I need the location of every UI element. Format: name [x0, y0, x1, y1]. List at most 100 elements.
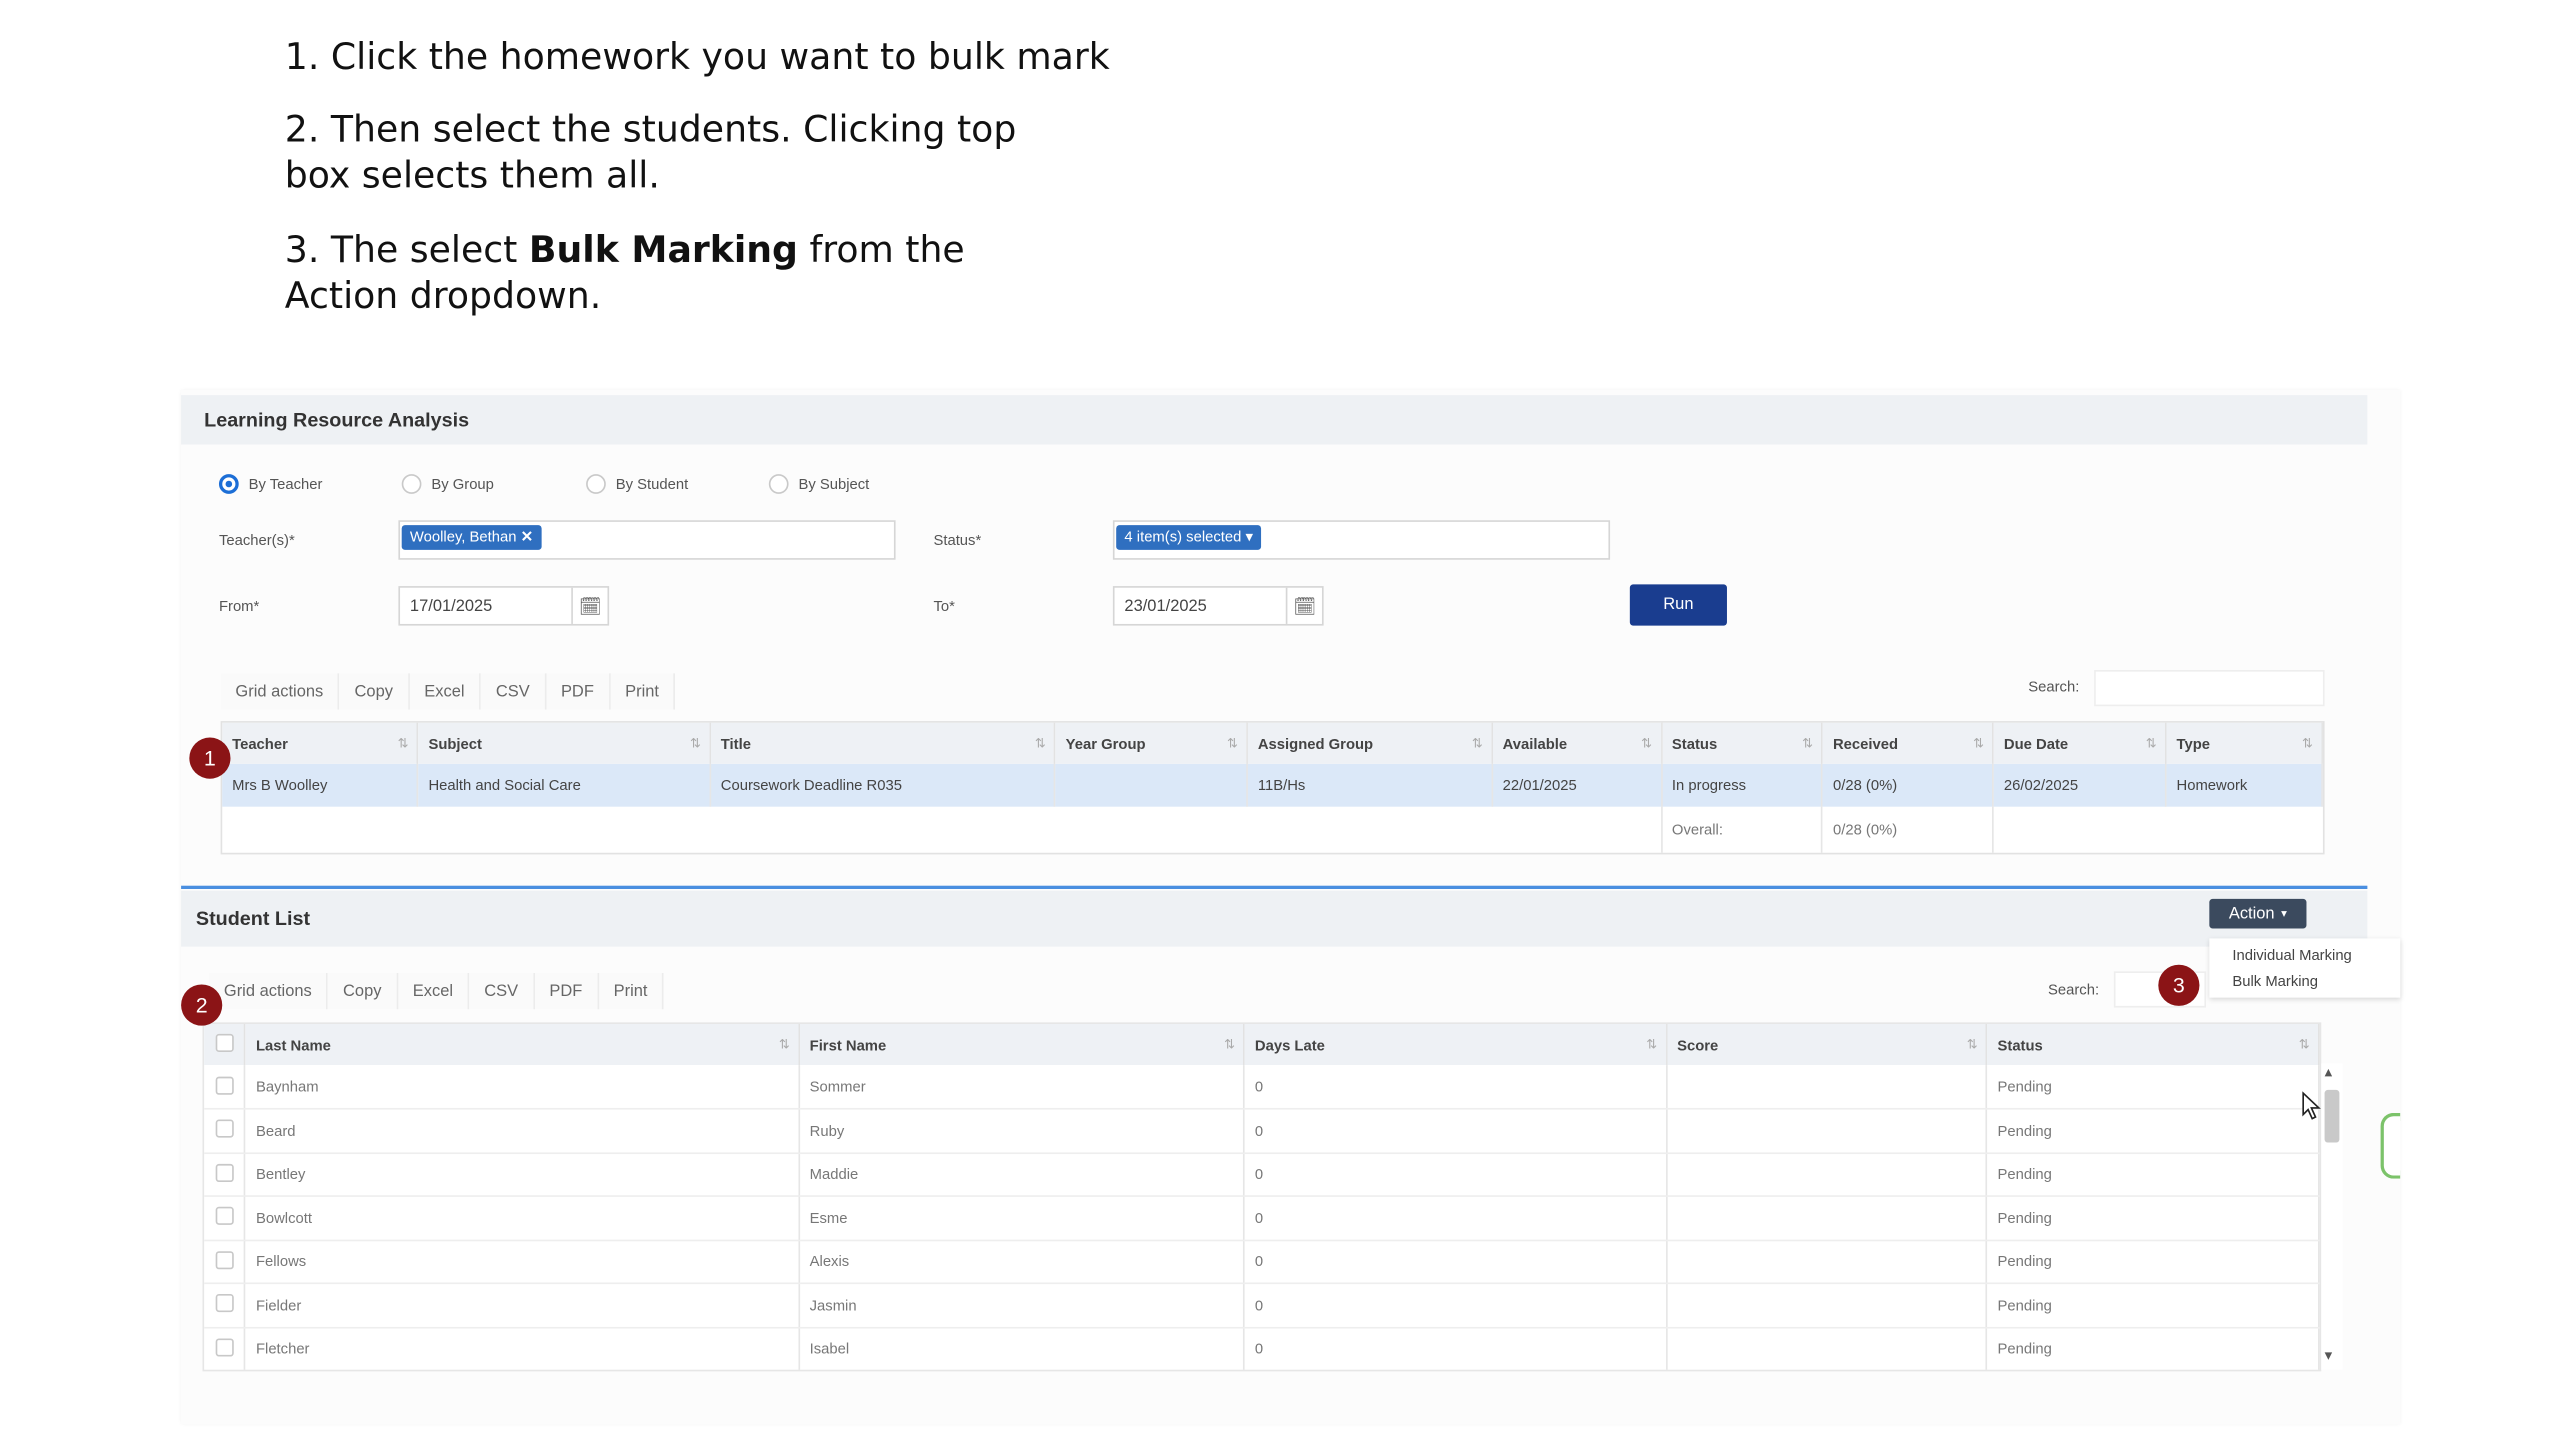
- status-select[interactable]: 4 item(s) selected ▾: [1112, 520, 1611, 560]
- pdf-button[interactable]: PDF: [534, 972, 599, 1010]
- cell-assigned-group: 11B/Hs: [1247, 763, 1493, 807]
- col-due-date[interactable]: Due Date ⇅: [1993, 722, 2167, 764]
- scroll-up-icon[interactable]: ▴: [2325, 1064, 2332, 1082]
- to-label: To*: [933, 597, 955, 615]
- print-button[interactable]: Print: [598, 972, 664, 1010]
- teacher-chip[interactable]: Woolley, Bethan ✕: [401, 525, 542, 550]
- row-select-cell: [204, 1239, 247, 1285]
- table-row[interactable]: Baynham Sommer 0 Pending: [204, 1065, 2320, 1110]
- cell-status: In progress: [1661, 763, 1824, 807]
- row-checkbox[interactable]: [215, 1163, 234, 1182]
- select-all-checkbox[interactable]: [215, 1033, 234, 1052]
- cell-score: [1666, 1108, 1988, 1154]
- lra-grid-toolbar: Grid actions Copy Excel CSV PDF Print: [220, 673, 676, 710]
- col-title[interactable]: Title ⇅: [710, 722, 1056, 764]
- remove-icon[interactable]: ✕: [521, 528, 533, 544]
- from-date-input[interactable]: 17/01/2025 🗓: [398, 586, 610, 626]
- table-row[interactable]: Fletcher Isabel 0 Pending: [204, 1326, 2320, 1370]
- search-input[interactable]: [2094, 670, 2325, 707]
- teacher-select[interactable]: Woolley, Bethan ✕: [398, 520, 896, 560]
- excel-button[interactable]: Excel: [409, 673, 482, 710]
- cell-status: Pending: [1986, 1152, 2320, 1197]
- col-score[interactable]: Score ⇅: [1666, 1023, 1988, 1066]
- search-label: Search:: [2028, 678, 2080, 695]
- row-checkbox[interactable]: [215, 1119, 234, 1139]
- table-row[interactable]: Fielder Jasmin 0 Pending: [204, 1283, 2320, 1328]
- run-button[interactable]: Run: [1629, 584, 1727, 626]
- row-checkbox[interactable]: [215, 1294, 234, 1313]
- cell-last-name: Fletcher: [245, 1326, 800, 1370]
- table-row[interactable]: Bentley Maddie 0 Pending: [204, 1152, 2320, 1197]
- calendar-icon[interactable]: 🗓: [1285, 587, 1322, 624]
- cell-days-late: 0: [1244, 1283, 1668, 1328]
- col-teacher[interactable]: Teacher ⇅: [222, 722, 419, 764]
- scroll-down-icon[interactable]: ▾: [2325, 1347, 2332, 1365]
- col-subject[interactable]: Subject ⇅: [417, 722, 711, 764]
- row-checkbox[interactable]: [215, 1250, 234, 1269]
- status-label: Status*: [933, 531, 982, 549]
- col-assigned-group[interactable]: Assigned Group ⇅: [1247, 722, 1493, 764]
- to-date-input[interactable]: 23/01/2025 🗓: [1112, 586, 1324, 626]
- from-label: From*: [218, 597, 260, 615]
- table-row[interactable]: Beard Ruby 0 Pending: [204, 1108, 2320, 1154]
- cell-due-date: 26/02/2025: [1993, 763, 2167, 807]
- scrollbar[interactable]: ▴ ▾: [2321, 1063, 2343, 1370]
- step-3-text: 3. The select: [284, 230, 529, 272]
- step-marker-1: 1: [189, 737, 231, 779]
- action-dropdown[interactable]: Action ▾: [2209, 898, 2307, 929]
- col-first-name[interactable]: First Name ⇅: [798, 1023, 1246, 1066]
- grid-actions-label: Grid actions: [209, 972, 329, 1010]
- col-status[interactable]: Status ⇅: [1986, 1023, 2320, 1066]
- row-checkbox[interactable]: [215, 1207, 234, 1226]
- pdf-button[interactable]: PDF: [546, 673, 611, 710]
- cell-status: Pending: [1986, 1196, 2320, 1241]
- print-button[interactable]: Print: [610, 673, 676, 710]
- col-year-group[interactable]: Year Group ⇅: [1054, 722, 1248, 764]
- student-list-title: Student List: [195, 907, 311, 931]
- side-widget-icon[interactable]: [2380, 1112, 2401, 1179]
- status-chip-label: 4 item(s) selected: [1124, 528, 1242, 545]
- row-checkbox[interactable]: [215, 1338, 234, 1357]
- cell-status: Pending: [1986, 1326, 2320, 1370]
- col-last-name[interactable]: Last Name ⇅: [245, 1023, 800, 1066]
- col-days-late[interactable]: Days Late ⇅: [1244, 1023, 1668, 1066]
- col-received[interactable]: Received ⇅: [1822, 722, 1995, 764]
- radio-label: By Student: [615, 475, 689, 493]
- cell-type: Homework: [2165, 763, 2323, 807]
- cell-last-name: Fielder: [245, 1283, 800, 1328]
- row-checkbox[interactable]: [215, 1075, 234, 1094]
- copy-button[interactable]: Copy: [339, 673, 410, 710]
- student-grid-toolbar: Grid actions Copy Excel CSV PDF Print: [209, 972, 664, 1010]
- cell-days-late: 0: [1244, 1239, 1668, 1285]
- copy-button[interactable]: Copy: [328, 972, 398, 1010]
- row-select-cell: [204, 1152, 247, 1197]
- grid-actions-label: Grid actions: [220, 673, 340, 710]
- slide: 1. Click the homework you want to bulk m…: [0, 0, 2560, 1440]
- radio-by-subject[interactable]: By Subject: [768, 474, 869, 494]
- csv-button[interactable]: CSV: [469, 972, 535, 1010]
- col-available[interactable]: Available ⇅: [1491, 722, 1663, 764]
- csv-button[interactable]: CSV: [481, 673, 547, 710]
- scroll-thumb[interactable]: [2324, 1089, 2340, 1143]
- excel-button[interactable]: Excel: [397, 972, 470, 1010]
- menu-item-individual-marking[interactable]: Individual Marking: [2209, 942, 2400, 968]
- radio-icon: [401, 474, 422, 494]
- cell-last-name: Baynham: [245, 1065, 800, 1110]
- calendar-icon[interactable]: 🗓: [571, 587, 607, 624]
- table-row[interactable]: Mrs B Woolley Health and Social Care Cou…: [222, 763, 2323, 807]
- radio-by-teacher[interactable]: By Teacher: [218, 474, 322, 494]
- col-type[interactable]: Type ⇅: [2165, 722, 2323, 764]
- cell-first-name: Jasmin: [798, 1283, 1246, 1328]
- table-row[interactable]: Bowlcott Esme 0 Pending: [204, 1196, 2320, 1241]
- status-chip[interactable]: 4 item(s) selected ▾: [1116, 525, 1262, 550]
- radio-by-student[interactable]: By Student: [586, 474, 688, 494]
- col-status[interactable]: Status ⇅: [1661, 722, 1824, 764]
- cell-days-late: 0: [1244, 1326, 1668, 1370]
- cell-last-name: Bentley: [245, 1152, 800, 1197]
- table-row[interactable]: Fellows Alexis 0 Pending: [204, 1239, 2320, 1285]
- menu-item-bulk-marking[interactable]: Bulk Marking: [2209, 968, 2400, 994]
- step-marker-2: 2: [181, 984, 223, 1026]
- radio-by-group[interactable]: By Group: [401, 474, 494, 494]
- overall-label: Overall:: [1661, 806, 1824, 853]
- radio-icon: [586, 474, 606, 494]
